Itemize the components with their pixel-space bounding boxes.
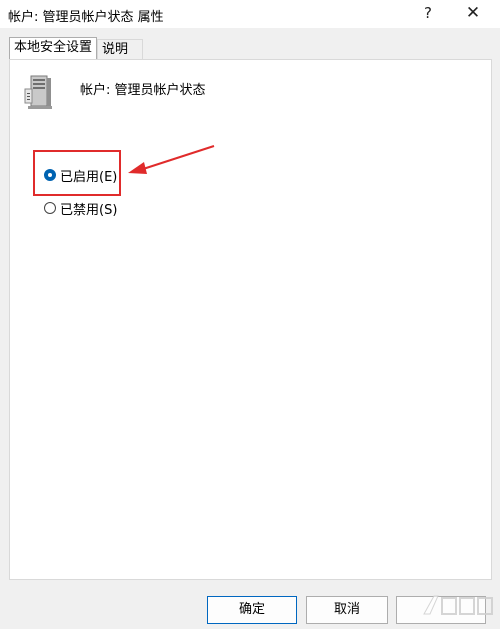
help-button[interactable]: ? [408, 0, 448, 28]
close-button[interactable]: ✕ [453, 0, 493, 28]
ok-button[interactable]: 确定 [207, 596, 297, 624]
title-bar: 帐户: 管理员帐户状态 属性 ? ✕ [0, 0, 500, 28]
window-title: 帐户: 管理员帐户状态 属性 [8, 10, 164, 25]
radio-unchecked-icon[interactable] [44, 202, 56, 214]
radio-disabled[interactable]: 已禁用(S) [44, 198, 117, 218]
settings-panel [9, 59, 492, 580]
radio-disabled-label: 已禁用(S) [60, 202, 118, 218]
setting-title: 帐户: 管理员帐户状态 [80, 83, 206, 98]
server-icon [24, 75, 52, 109]
annotation-arrow-icon [128, 145, 215, 174]
cancel-button[interactable]: 取消 [306, 596, 388, 624]
tab-local-security-setting[interactable]: 本地安全设置 [9, 37, 97, 59]
annotation-highlight-box [33, 150, 121, 196]
tab-explain[interactable]: 说明 [97, 39, 143, 60]
watermark-logo-icon [423, 595, 493, 615]
